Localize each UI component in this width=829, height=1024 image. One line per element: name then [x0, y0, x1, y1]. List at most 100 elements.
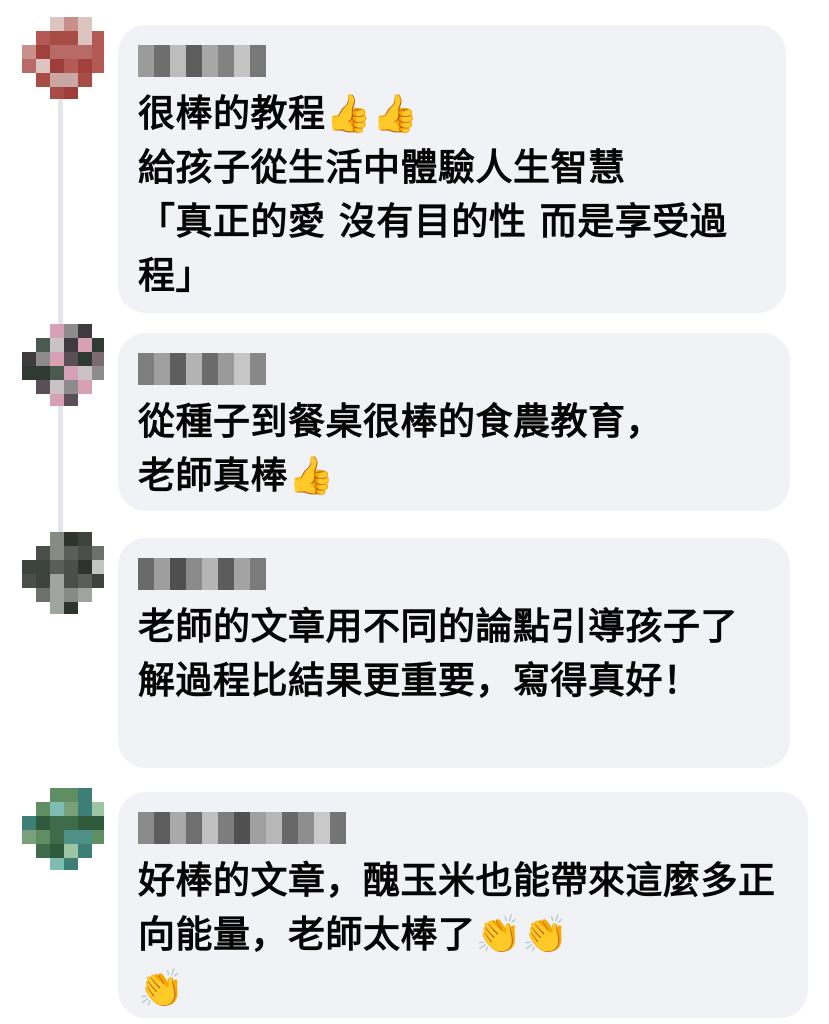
avatar-pixel — [64, 546, 78, 560]
avatar[interactable] — [22, 788, 104, 870]
comment-thread: 很棒的教程👍👍 給孩子從生活中體驗人生智慧 「真正的愛 沒有目的性 而是享受過程… — [0, 0, 829, 1024]
blurred-name-block — [234, 558, 250, 590]
blurred-name-block — [186, 558, 202, 590]
author-name-blurred[interactable] — [138, 558, 768, 590]
avatar-pixel — [22, 816, 36, 830]
avatar-pixel — [92, 45, 104, 59]
blurred-name-block — [314, 812, 330, 844]
author-name-blurred[interactable] — [138, 45, 764, 77]
blurred-name-block — [186, 812, 202, 844]
avatar-pixel — [50, 816, 64, 830]
avatar-pixel — [36, 816, 50, 830]
avatar-pixel — [36, 380, 50, 394]
blurred-name-block — [330, 812, 346, 844]
avatar-pixel — [78, 17, 92, 31]
blurred-name-block — [138, 558, 154, 590]
blurred-name-block — [154, 353, 170, 385]
avatar-pixel — [50, 338, 64, 352]
avatar-pixel — [78, 73, 92, 87]
avatar-pixel — [64, 830, 78, 844]
avatar-pixel — [50, 574, 64, 588]
avatar-pixel — [92, 560, 104, 574]
blurred-name-block — [266, 812, 282, 844]
blurred-name-block — [154, 45, 170, 77]
avatar-pixel — [64, 602, 78, 614]
blurred-name-block — [202, 45, 218, 77]
comment-text: 很棒的教程👍👍 給孩子從生活中體驗人生智慧 「真正的愛 沒有目的性 而是享受過程… — [138, 92, 728, 297]
avatar-pixel — [64, 394, 78, 406]
avatar-pixel — [92, 546, 104, 560]
avatar-pixel — [64, 802, 78, 816]
avatar-pixel — [50, 17, 64, 31]
avatar[interactable] — [22, 17, 104, 99]
avatar-pixel — [50, 352, 64, 366]
blurred-name-block — [202, 353, 218, 385]
avatar[interactable] — [22, 324, 104, 406]
author-name-blurred[interactable] — [138, 812, 786, 844]
avatar-pixel — [22, 574, 36, 588]
avatar-pixel — [36, 574, 50, 588]
blurred-name-block — [234, 45, 250, 77]
avatar-pixel — [64, 17, 78, 31]
blurred-name-block — [186, 45, 202, 77]
avatar-pixel — [64, 532, 78, 546]
comment-bubble: 好棒的文章，醜玉米也能帶來這麼多正向能量，老師太棒了👏👏 👏 — [118, 792, 808, 1018]
avatar-pixel — [64, 588, 78, 602]
avatar-pixel — [92, 802, 104, 816]
blurred-name-block — [202, 558, 218, 590]
blurred-name-block — [170, 45, 186, 77]
avatar-pixel — [78, 532, 92, 546]
blurred-name-block — [250, 812, 266, 844]
comment-text: 從種子到餐桌很棒的食農教育， 老師真棒👍 — [138, 400, 663, 497]
blurred-name-block — [138, 45, 154, 77]
avatar-pixel — [64, 352, 78, 366]
avatar-pixel — [50, 858, 64, 870]
avatar-pixel — [50, 532, 64, 546]
avatar-pixel — [64, 380, 78, 394]
avatar-pixel — [36, 560, 50, 574]
blurred-name-block — [234, 812, 250, 844]
comment-bubble: 從種子到餐桌很棒的食農教育， 老師真棒👍 — [118, 333, 790, 511]
blurred-name-block — [298, 812, 314, 844]
blurred-name-block — [250, 558, 266, 590]
avatar[interactable] — [22, 532, 104, 614]
avatar-pixel — [64, 338, 78, 352]
avatar-pixel — [64, 324, 78, 338]
avatar-pixel — [36, 73, 50, 87]
avatar-pixel — [50, 844, 64, 858]
blurred-name-block — [218, 812, 234, 844]
avatar-pixel — [64, 59, 78, 73]
avatar-pixel — [78, 844, 92, 858]
avatar-pixel — [36, 366, 50, 380]
avatar-pixel — [92, 31, 104, 45]
avatar-pixel — [78, 380, 92, 394]
avatar-pixel — [36, 546, 50, 560]
avatar-pixel — [22, 352, 36, 366]
avatar-pixel — [78, 788, 92, 802]
thread-connector-line — [58, 80, 63, 535]
avatar-pixel — [50, 830, 64, 844]
avatar-pixel — [50, 788, 64, 802]
avatar-pixel — [50, 324, 64, 338]
avatar-pixel — [50, 45, 64, 59]
blurred-name-block — [282, 812, 298, 844]
comment-text: 好棒的文章，醜玉米也能帶來這麼多正向能量，老師太棒了👏👏 👏 — [138, 859, 776, 1010]
author-name-blurred[interactable] — [138, 353, 768, 385]
avatar-pixel — [64, 560, 78, 574]
blurred-name-block — [234, 353, 250, 385]
blurred-name-block — [186, 353, 202, 385]
blurred-name-block — [202, 812, 218, 844]
avatar-pixel — [50, 73, 64, 87]
avatar-pixel — [36, 802, 50, 816]
avatar-pixel — [50, 802, 64, 816]
avatar-pixel — [50, 366, 64, 380]
blurred-name-block — [250, 45, 266, 77]
avatar-pixel — [50, 59, 64, 73]
comment-text: 老師的文章用不同的論點引導孩子了解過程比結果更重要，寫得真好！ — [138, 605, 738, 702]
blurred-name-block — [138, 353, 154, 385]
blurred-name-block — [218, 45, 234, 77]
avatar-pixel — [78, 560, 92, 574]
avatar-pixel — [64, 816, 78, 830]
avatar-pixel — [78, 45, 92, 59]
avatar-pixel — [92, 366, 104, 380]
